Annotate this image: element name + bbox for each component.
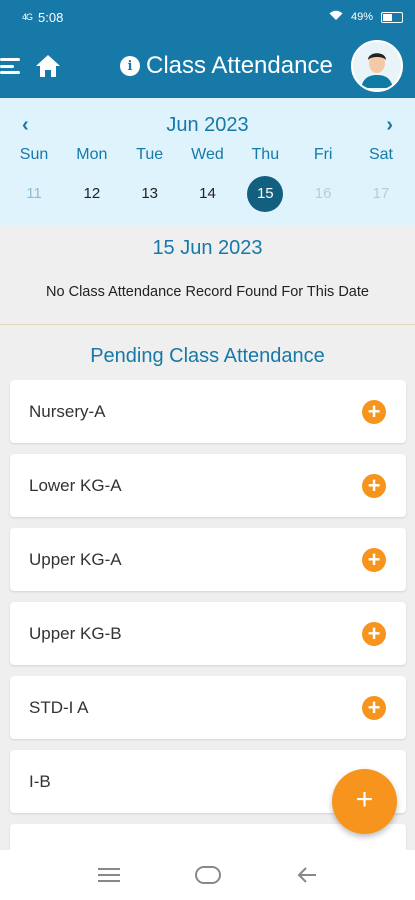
page-title: Class Attendance (146, 52, 333, 79)
chevron-left-icon[interactable]: ‹ (22, 114, 29, 137)
day-number-selected[interactable]: 15 (247, 176, 284, 212)
class-name: Nursery-A (29, 401, 106, 421)
menu-icon[interactable] (0, 55, 22, 77)
status-time: 5:08 (38, 9, 64, 25)
day-name: Thu (251, 146, 280, 163)
status-bar: 4G 5:08 49% (0, 0, 415, 34)
home-button-icon[interactable] (194, 866, 221, 884)
class-name: Upper KG-A (29, 549, 122, 569)
back-arrow-icon[interactable] (296, 864, 318, 886)
day-name: Mon (76, 146, 108, 163)
class-name: Upper KG-B (29, 623, 122, 643)
info-icon[interactable]: i (120, 56, 140, 76)
divider (0, 324, 415, 325)
no-record-message: No Class Attendance Record Found For Thi… (46, 284, 369, 300)
day-name: Wed (191, 146, 224, 163)
class-name: STD-I A (29, 697, 89, 717)
add-circle-icon[interactable]: + (362, 621, 386, 646)
avatar[interactable] (351, 40, 403, 92)
system-nav-bar (0, 850, 415, 900)
day-name: Sat (368, 146, 393, 163)
pending-title: Pending Class Attendance (90, 345, 325, 367)
network-label: 4G (22, 12, 33, 22)
add-circle-icon[interactable]: + (362, 547, 386, 572)
home-icon[interactable] (34, 52, 62, 80)
day-number[interactable]: 12 (74, 176, 110, 212)
recent-apps-icon[interactable] (97, 868, 120, 882)
class-name: Lower KG-A (29, 475, 122, 495)
list-item[interactable]: Upper KG-B + (10, 602, 406, 665)
day-number[interactable]: 11 (16, 176, 52, 212)
add-circle-icon[interactable]: + (362, 695, 386, 720)
app-bar: i Class Attendance (0, 34, 415, 98)
day-name: Sun (19, 146, 49, 163)
day-number[interactable]: 17 (363, 176, 399, 212)
wifi-icon (329, 10, 343, 24)
day-number[interactable]: 13 (132, 176, 168, 212)
day-number[interactable]: 14 (189, 176, 225, 212)
day-name: Tue (136, 146, 164, 163)
battery-percent: 49% (350, 11, 373, 23)
list-item[interactable]: Lower KG-A + (10, 454, 406, 517)
day-name: Fri (313, 146, 333, 163)
calendar-days: Sun 11 Mon 12 Tue 13 Wed 14 Thu 15 Fri 16 Sat 1… (0, 146, 415, 212)
class-name: I-B (29, 771, 51, 791)
battery-icon (381, 11, 403, 23)
add-circle-icon[interactable]: + (362, 399, 386, 424)
day-number[interactable]: 16 (305, 176, 341, 212)
chevron-right-icon[interactable]: › (386, 114, 393, 137)
calendar-month: Jun 2023 (166, 113, 249, 136)
list-item[interactable]: Nursery-A + (10, 380, 406, 443)
week-calendar: ‹ Jun 2023 › Sun 11 Mon 12 Tue 13 Wed 14 Thu… (0, 98, 415, 225)
add-fab-button[interactable]: + (332, 769, 397, 834)
add-circle-icon[interactable]: + (362, 473, 386, 498)
list-item[interactable]: Upper KG-A + (10, 528, 406, 591)
selected-date: 15 Jun 2023 (152, 237, 263, 259)
list-item[interactable]: STD-I A + (10, 676, 406, 739)
